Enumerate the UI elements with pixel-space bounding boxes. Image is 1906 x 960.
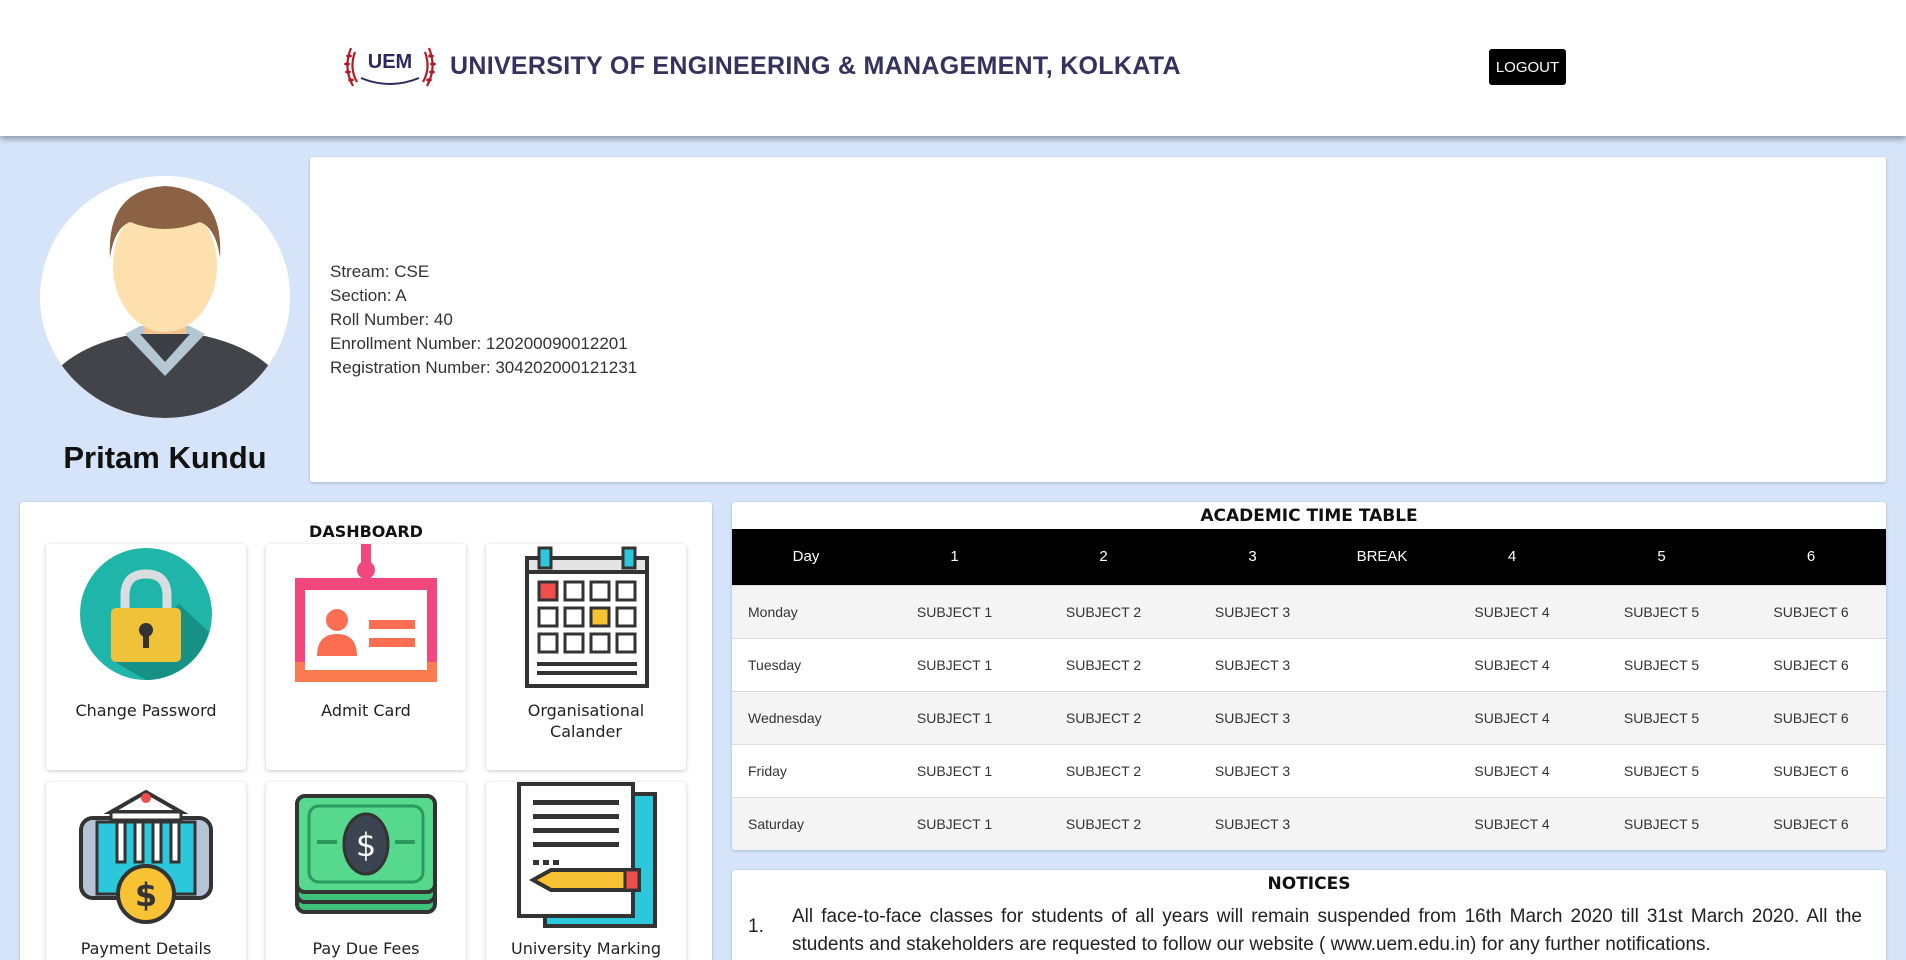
subject-cell: SUBJECT 2: [1029, 796, 1178, 850]
subject-cell: SUBJECT 5: [1587, 584, 1736, 638]
break-cell: [1327, 637, 1437, 691]
subject-cell: SUBJECT 6: [1736, 584, 1886, 638]
student-name: Pritam Kundu: [63, 440, 267, 475]
dashboard-title: DASHBOARD: [309, 522, 423, 541]
timetable-table: Day 1 2 3 BREAK 4 5 6 Monday SUBJECT 1 S…: [732, 529, 1886, 850]
subject-cell: SUBJECT 5: [1587, 796, 1736, 850]
timetable-header-row: Day 1 2 3 BREAK 4 5 6: [732, 529, 1886, 585]
tile-university-marking[interactable]: University Marking: [486, 782, 686, 960]
day-cell: Monday: [732, 584, 880, 638]
registration-number-detail: Registration Number: 304202000121231: [330, 358, 638, 377]
svg-text:$: $: [135, 876, 157, 914]
header-break: BREAK: [1327, 529, 1437, 585]
subject-cell: SUBJECT 5: [1587, 637, 1736, 691]
table-row: Wednesday SUBJECT 1 SUBJECT 2 SUBJECT 3 …: [732, 690, 1886, 744]
subject-cell: SUBJECT 2: [1029, 584, 1178, 638]
day-cell: Wednesday: [732, 690, 880, 744]
table-row: Tuesday SUBJECT 1 SUBJECT 2 SUBJECT 3 SU…: [732, 637, 1886, 691]
subject-cell: SUBJECT 6: [1736, 796, 1886, 850]
subject-cell: SUBJECT 1: [880, 743, 1029, 797]
subject-cell: SUBJECT 1: [880, 690, 1029, 744]
tile-change-password[interactable]: Change Password: [46, 544, 246, 770]
subject-cell: SUBJECT 4: [1437, 796, 1587, 850]
table-row: Saturday SUBJECT 1 SUBJECT 2 SUBJECT 3 S…: [732, 796, 1886, 850]
subject-cell: SUBJECT 3: [1178, 637, 1327, 691]
subject-cell: SUBJECT 6: [1736, 637, 1886, 691]
svg-text:$: $: [356, 826, 376, 864]
subject-cell: SUBJECT 6: [1736, 690, 1886, 744]
tile-label: Payment Details: [80, 939, 212, 958]
svg-text:UEM: UEM: [368, 51, 412, 73]
enrollment-number-detail: Enrollment Number: 120200090012201: [330, 334, 628, 353]
day-cell: Tuesday: [732, 637, 880, 691]
header-period-4: 4: [1437, 529, 1587, 585]
payment-icon: $: [79, 789, 213, 924]
dashboard-panel: DASHBOARD Change Password Admit Card Org…: [20, 502, 712, 960]
notice-number: 1.: [748, 916, 764, 937]
table-row: Friday SUBJECT 1 SUBJECT 2 SUBJECT 3 SUB…: [732, 743, 1886, 797]
notices-panel: NOTICES 1. All face-to-face classes for …: [732, 870, 1886, 960]
subject-cell: SUBJECT 2: [1029, 690, 1178, 744]
document-icon: [517, 782, 657, 928]
stream-detail: Stream: CSE: [330, 262, 430, 281]
tile-pay-due-fees[interactable]: $ Pay Due Fees: [266, 782, 466, 960]
avatar: [40, 176, 290, 418]
header-period-1: 1: [880, 529, 1029, 585]
subject-cell: SUBJECT 1: [880, 637, 1029, 691]
header-period-2: 2: [1029, 529, 1178, 585]
tile-label: University Marking: [511, 939, 661, 958]
student-info-card: Stream: CSE Section: A Roll Number: 40 E…: [310, 157, 1886, 482]
subject-cell: SUBJECT 3: [1178, 584, 1327, 638]
subject-cell: SUBJECT 1: [880, 796, 1029, 850]
subject-cell: SUBJECT 2: [1029, 637, 1178, 691]
subject-cell: SUBJECT 4: [1437, 637, 1587, 691]
subject-cell: SUBJECT 4: [1437, 743, 1587, 797]
section-detail: Section: A: [330, 286, 407, 305]
break-cell: [1327, 584, 1437, 638]
subject-cell: SUBJECT 1: [880, 584, 1029, 638]
logout-button[interactable]: LOGOUT: [1489, 49, 1566, 85]
header-day: Day: [732, 529, 880, 585]
roll-number-detail: Roll Number: 40: [330, 310, 453, 329]
timetable-title: ACADEMIC TIME TABLE: [1200, 506, 1418, 526]
subject-cell: SUBJECT 3: [1178, 796, 1327, 850]
subject-cell: SUBJECT 4: [1437, 584, 1587, 638]
university-title: UNIVERSITY OF ENGINEERING & MANAGEMENT, …: [450, 52, 1181, 80]
uem-logo: UEM: [344, 47, 436, 87]
tile-label: Organisational Calander: [527, 701, 645, 741]
notice-text: All face-to-face classes for students of…: [792, 906, 1862, 955]
subject-cell: SUBJECT 2: [1029, 743, 1178, 797]
tile-admit-card[interactable]: Admit Card: [266, 544, 466, 770]
top-header: UEM UNIVERSITY OF ENGINEERING & MANAGEME…: [0, 0, 1906, 136]
break-cell: [1327, 690, 1437, 744]
id-card-icon: [295, 544, 437, 682]
header-period-6: 6: [1736, 529, 1886, 585]
user-avatar-icon: [40, 176, 290, 418]
subject-cell: SUBJECT 3: [1178, 690, 1327, 744]
header-period-5: 5: [1587, 529, 1736, 585]
tile-label: Change Password: [75, 701, 217, 720]
money-icon: $: [295, 794, 437, 914]
academic-timetable: ACADEMIC TIME TABLE Day 1 2 3 BREAK 4 5 …: [732, 502, 1886, 850]
subject-cell: SUBJECT 4: [1437, 690, 1587, 744]
subject-cell: SUBJECT 3: [1178, 743, 1327, 797]
calendar-icon: [525, 546, 649, 688]
subject-cell: SUBJECT 5: [1587, 690, 1736, 744]
subject-cell: SUBJECT 6: [1736, 743, 1886, 797]
break-cell: [1327, 743, 1437, 797]
header-period-3: 3: [1178, 529, 1327, 585]
tile-label: Pay Due Fees: [312, 939, 420, 958]
break-cell: [1327, 796, 1437, 850]
day-cell: Friday: [732, 743, 880, 797]
tile-label: Admit Card: [321, 701, 411, 720]
day-cell: Saturday: [732, 796, 880, 850]
subject-cell: SUBJECT 5: [1587, 743, 1736, 797]
tile-organisational-calander[interactable]: Organisational Calander: [486, 544, 686, 770]
lock-icon: [80, 548, 212, 680]
notices-title: NOTICES: [1267, 874, 1351, 894]
student-details: Stream: CSE Section: A Roll Number: 40 E…: [330, 260, 637, 380]
tile-payment-details[interactable]: $ Payment Details: [46, 782, 246, 960]
table-row: Monday SUBJECT 1 SUBJECT 2 SUBJECT 3 SUB…: [732, 584, 1886, 638]
